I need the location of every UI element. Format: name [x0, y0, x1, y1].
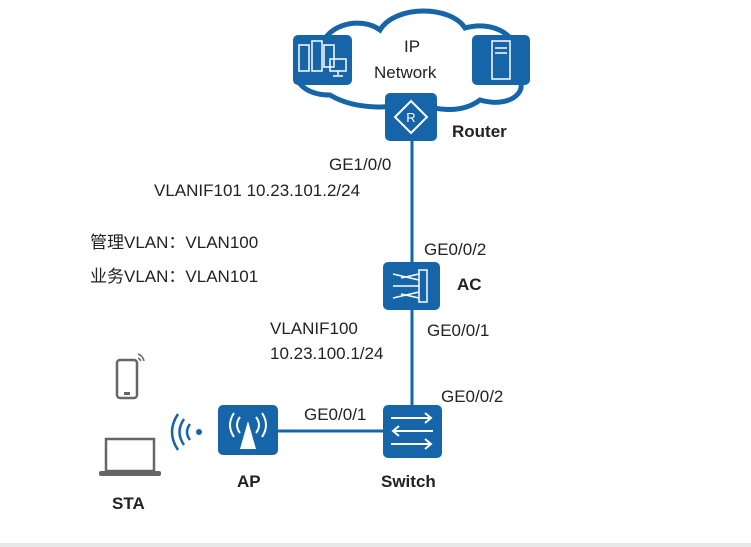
cloud-label-ip: IP	[404, 37, 421, 56]
ac-vlanif-ip: 10.23.100.1/24	[270, 344, 384, 363]
service-vlan-label: 业务VLAN：VLAN101	[90, 267, 259, 286]
ap-icon[interactable]	[218, 405, 278, 455]
router-icon[interactable]: R	[385, 93, 437, 141]
svg-text:R: R	[406, 110, 415, 125]
cloud-label-network: Network	[374, 63, 437, 82]
switch-ap-port-label: GE0/0/1	[304, 405, 367, 424]
switch-up-port-label: GE0/0/2	[441, 387, 504, 406]
sta-label: STA	[112, 494, 145, 513]
server-icon	[472, 35, 530, 85]
ac-down-port-label: GE0/0/1	[427, 321, 490, 340]
ac-icon[interactable]	[383, 262, 440, 310]
ac-up-port-label: GE0/0/2	[424, 240, 487, 259]
mgmt-vlan-label: 管理VLAN：VLAN100	[90, 233, 259, 252]
ac-vlanif-name: VLANIF100	[270, 319, 358, 338]
laptop-icon	[99, 437, 161, 476]
server-cluster-icon	[293, 35, 352, 85]
router-port-label: GE1/0/0	[329, 155, 392, 174]
bottom-border	[0, 543, 751, 547]
ac-label: AC	[457, 275, 482, 294]
router-vlanif-label: VLANIF101 10.23.101.2/24	[154, 181, 361, 200]
router-label: Router	[452, 122, 507, 141]
wifi-signal-icon	[170, 413, 202, 451]
switch-label: Switch	[381, 472, 436, 491]
switch-icon[interactable]	[383, 405, 442, 458]
smartphone-icon	[115, 353, 145, 400]
ap-label: AP	[237, 472, 261, 491]
